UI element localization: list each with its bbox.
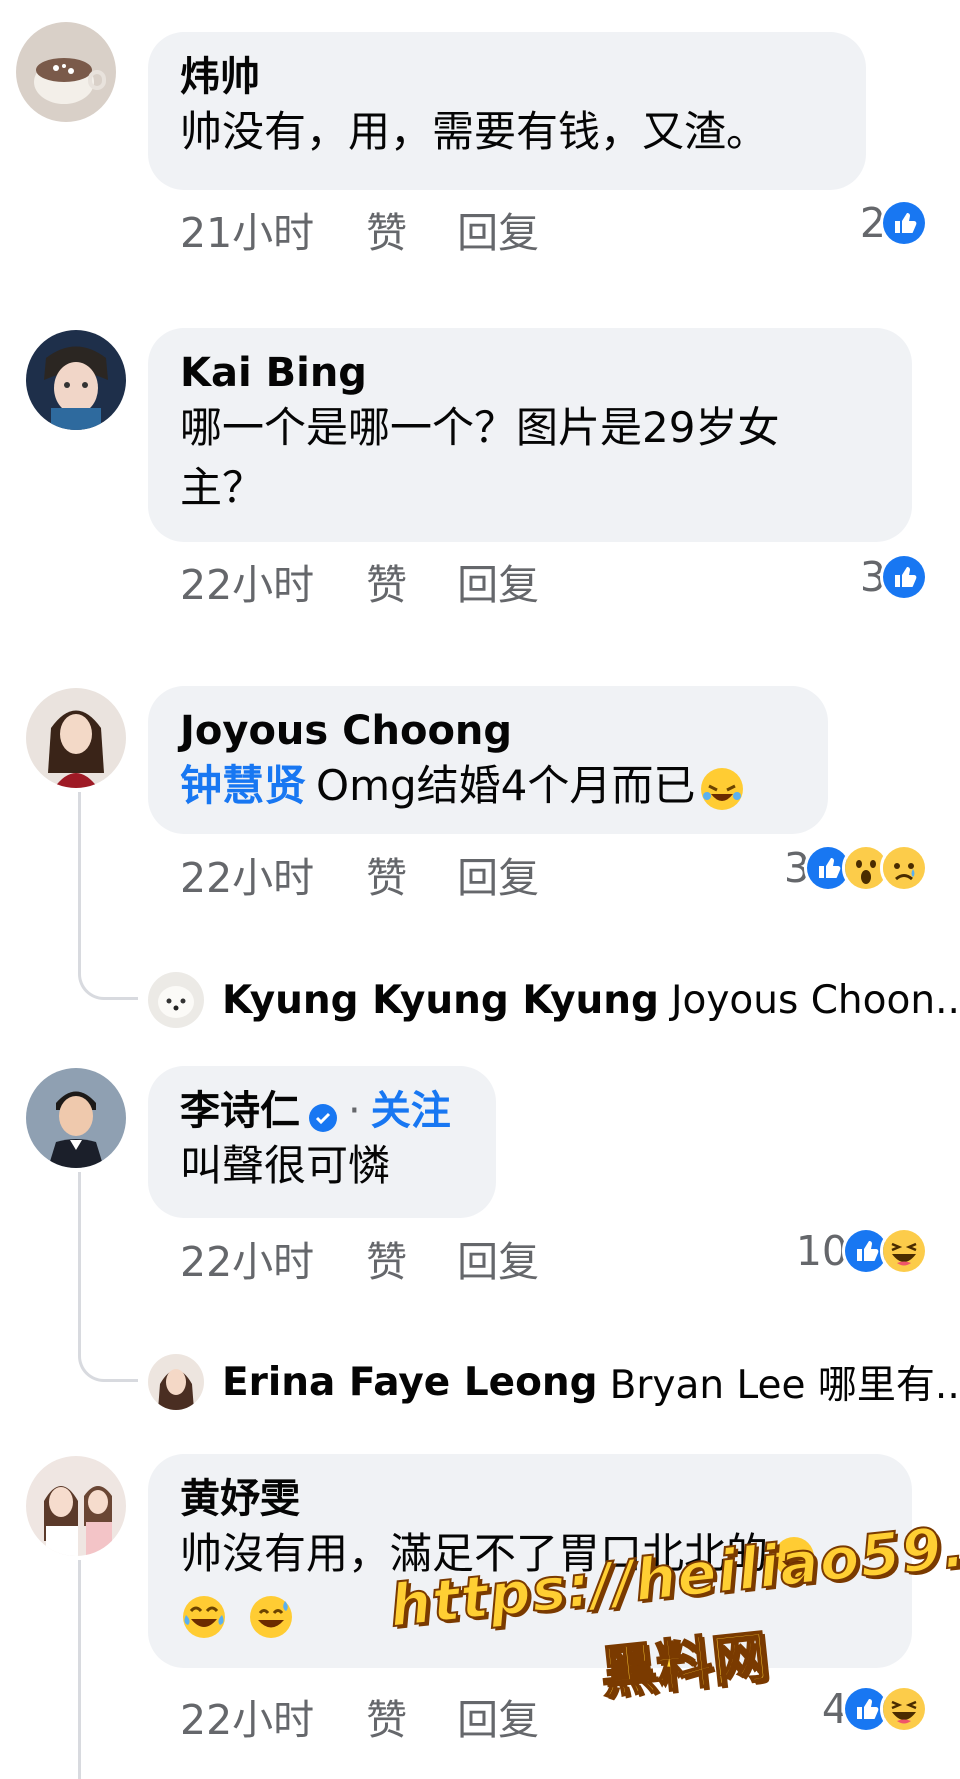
thread-line	[78, 1560, 81, 1779]
thread-line	[78, 1172, 81, 1342]
like-icon	[880, 553, 928, 601]
follow-button[interactable]: 关注	[371, 1088, 451, 1134]
avatar-weishuai[interactable]	[16, 22, 116, 122]
comment-bubble: Joyous Choong 钟慧贤 Omg结婚4个月而已	[148, 686, 828, 834]
mention-link[interactable]: 钟慧贤	[180, 761, 306, 810]
tears-of-joy-emoji-icon	[180, 1593, 228, 1641]
avatar-huang-yuwen[interactable]	[26, 1456, 126, 1556]
reaction-summary[interactable]: 2	[860, 199, 928, 247]
thread-connector	[78, 960, 138, 1000]
comment-time[interactable]: 22小时	[180, 561, 314, 609]
comment-author[interactable]: 黄妤雯	[180, 1474, 880, 1524]
watermark-label: 黑料网	[597, 1623, 773, 1707]
reply-author: Kyung Kyung Kyung	[222, 977, 659, 1023]
comment-author[interactable]: Kai Bing	[180, 348, 880, 398]
comment-bubble: 炜帅 帅没有，用，需要有钱，又渣。	[148, 32, 866, 190]
comment-time[interactable]: 22小时	[180, 1696, 314, 1744]
comment-text: 叫聲很可憐	[180, 1141, 391, 1190]
reply-button[interactable]: 回复	[457, 854, 539, 902]
like-button[interactable]: 赞	[366, 1696, 407, 1744]
reply-button[interactable]: 回复	[457, 561, 539, 609]
comment-author-row: 李诗仁 · 关注	[180, 1086, 464, 1136]
comment-actions: 22小时 赞 回复	[180, 1232, 589, 1292]
like-button[interactable]: 赞	[366, 209, 407, 257]
avatar-erina	[148, 1354, 204, 1410]
reaction-summary[interactable]: 3	[860, 553, 928, 601]
reaction-summary[interactable]: 10	[795, 1227, 928, 1275]
avatar-kai-bing[interactable]	[26, 330, 126, 430]
like-button[interactable]: 赞	[366, 854, 407, 902]
comment-text: 哪一个是哪一个？图片是29岁女	[180, 403, 780, 452]
reaction-summary[interactable]: 4	[822, 1685, 928, 1733]
avatar-li-shiren[interactable]	[26, 1068, 126, 1168]
comment-author[interactable]: 李诗仁	[180, 1088, 300, 1134]
like-icon	[880, 199, 928, 247]
reply-snippet: Joyous Choon...	[670, 977, 960, 1023]
reply-snippet: Bryan Lee 哪里有...	[609, 1363, 960, 1408]
comment-bubble: Kai Bing 哪一个是哪一个？图片是29岁女 主？	[148, 328, 912, 542]
comment-actions: 22小时 赞 回复	[180, 848, 589, 908]
comment-time[interactable]: 22小时	[180, 1238, 314, 1286]
comment-author[interactable]: 炜帅	[180, 52, 834, 102]
separator-dot: ·	[348, 1088, 361, 1134]
verified-badge-icon	[308, 1095, 338, 1132]
comment-time[interactable]: 22小时	[180, 854, 314, 902]
comment-text: 帅没有，用，需要有钱，又渣。	[180, 107, 769, 156]
comment-text: 主？	[180, 463, 265, 512]
thread-connector	[78, 1342, 138, 1382]
comment-actions: 22小时 赞 回复	[180, 1690, 589, 1750]
haha-icon	[880, 1685, 928, 1733]
reaction-count: 10	[795, 1227, 848, 1275]
reply-author: Erina Faye Leong	[222, 1359, 598, 1405]
thread-line	[78, 792, 81, 960]
comment-text-row: 钟慧贤 Omg结婚4个月而已	[180, 756, 796, 816]
avatar-joyous-choong[interactable]	[26, 688, 126, 788]
reply-preview[interactable]: Kyung Kyung Kyung Joyous Choon...	[148, 970, 960, 1030]
avatar-kyung	[148, 972, 204, 1028]
reply-button[interactable]: 回复	[457, 1238, 539, 1286]
reaction-summary[interactable]: 3	[784, 844, 928, 892]
reply-button[interactable]: 回复	[457, 1696, 539, 1744]
comment-actions: 22小时 赞 回复	[180, 555, 589, 615]
reply-button[interactable]: 回复	[457, 209, 539, 257]
grinning-sweat-emoji-icon	[247, 1593, 295, 1641]
reply-preview[interactable]: Erina Faye Leong Bryan Lee 哪里有...	[148, 1352, 960, 1412]
comment-bubble: 李诗仁 · 关注 叫聲很可憐	[148, 1066, 496, 1218]
comment-actions: 21小时 赞 回复	[180, 203, 589, 263]
comment-author[interactable]: Joyous Choong	[180, 706, 796, 756]
sad-icon	[880, 844, 928, 892]
haha-icon	[880, 1227, 928, 1275]
like-button[interactable]: 赞	[366, 561, 407, 609]
rofl-emoji-icon	[699, 766, 745, 812]
comment-text: Omg结婚4个月而已	[316, 761, 696, 810]
comment-time[interactable]: 21小时	[180, 209, 314, 257]
like-button[interactable]: 赞	[366, 1238, 407, 1286]
